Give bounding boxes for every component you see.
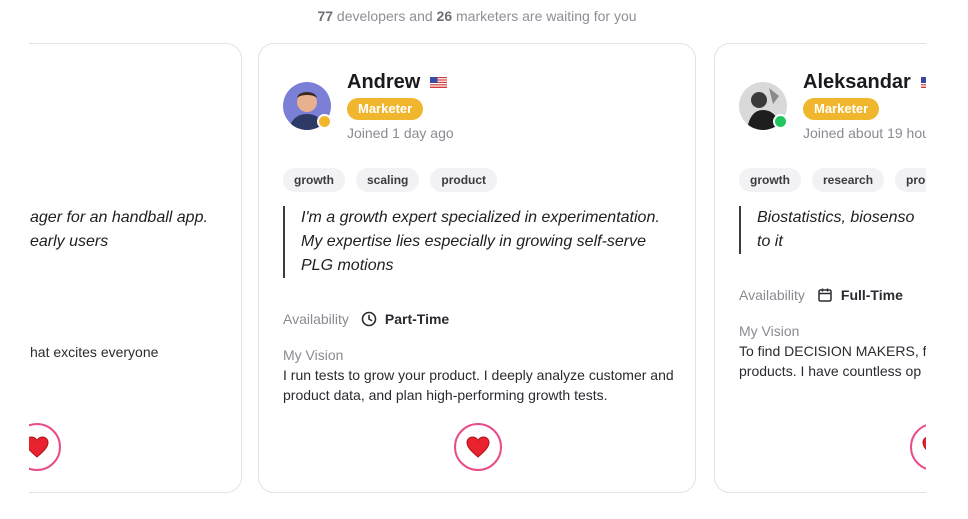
vision-text: To find DECISION MAKERS, fo products. I … bbox=[739, 341, 926, 381]
heart-icon bbox=[922, 437, 926, 451]
availability-label: Availability bbox=[739, 287, 805, 303]
tag: growth bbox=[739, 168, 801, 192]
heart-icon bbox=[29, 436, 49, 458]
left-quote-line2: early users bbox=[30, 233, 109, 250]
vision-line: products. I have countless op bbox=[739, 363, 922, 379]
tag-list: growth research prod bbox=[739, 168, 926, 192]
profile-name: Andrew bbox=[347, 71, 421, 93]
quote-line: Biostatistics, biosenso bbox=[757, 209, 915, 226]
vision-text: I run tests to grow your product. I deep… bbox=[283, 367, 674, 403]
status-dot bbox=[317, 114, 332, 129]
vision-label: My Vision bbox=[739, 323, 800, 339]
profile-quote: Biostatistics, biosenso to it bbox=[739, 206, 926, 254]
availability-label: Availability bbox=[283, 311, 349, 327]
role-badge: Marketer bbox=[803, 98, 880, 120]
profile-name: Aleksandar bbox=[803, 71, 911, 93]
like-button[interactable] bbox=[910, 423, 926, 471]
tag: growth bbox=[283, 168, 345, 192]
joined-date: Joined 1 day ago bbox=[347, 125, 454, 141]
vision-label: My Vision bbox=[283, 347, 344, 363]
profile-card-andrew[interactable]: Andrew Marketer Joined 1 day ago growth … bbox=[258, 43, 696, 493]
profile-carousel[interactable]: ager for an handball app. early users ha… bbox=[29, 0, 926, 519]
tag-list: growth scaling product bbox=[283, 168, 498, 192]
left-quote-line1: ager for an handball app. bbox=[30, 209, 208, 226]
avatar bbox=[283, 82, 332, 130]
profile-card-left[interactable]: ager for an handball app. early users ha… bbox=[29, 43, 242, 493]
calendar-icon bbox=[818, 288, 832, 302]
profile-card-aleksandar[interactable]: Aleksandar Marketer Joined about 19 hou … bbox=[714, 43, 926, 493]
tag: prod bbox=[895, 168, 926, 192]
quote-line: to it bbox=[757, 233, 783, 250]
vision-line: To find DECISION MAKERS, fo bbox=[739, 343, 926, 359]
availability: Availability Full-Time bbox=[739, 287, 903, 303]
left-vision-text: hat excites everyone bbox=[30, 344, 159, 360]
availability-value: Full-Time bbox=[840, 287, 903, 303]
availability: Availability Part-Time bbox=[283, 311, 449, 327]
role-badge: Marketer bbox=[347, 98, 424, 120]
like-button[interactable] bbox=[454, 423, 502, 471]
avatar bbox=[739, 82, 788, 130]
profile-quote: I'm a growth expert specialized in exper… bbox=[283, 206, 673, 278]
joined-date: Joined about 19 hou bbox=[803, 125, 926, 141]
availability-value: Part-Time bbox=[384, 311, 450, 327]
tag: research bbox=[812, 168, 885, 192]
left-quote: ager for an handball app. early users bbox=[30, 206, 208, 254]
heart-icon bbox=[466, 436, 490, 458]
like-button[interactable] bbox=[29, 423, 61, 471]
us-flag-icon bbox=[920, 77, 926, 88]
us-flag-icon bbox=[430, 77, 448, 88]
clock-icon bbox=[361, 311, 377, 327]
tag: product bbox=[430, 168, 498, 192]
status-dot bbox=[773, 114, 788, 129]
tag: scaling bbox=[356, 168, 420, 192]
